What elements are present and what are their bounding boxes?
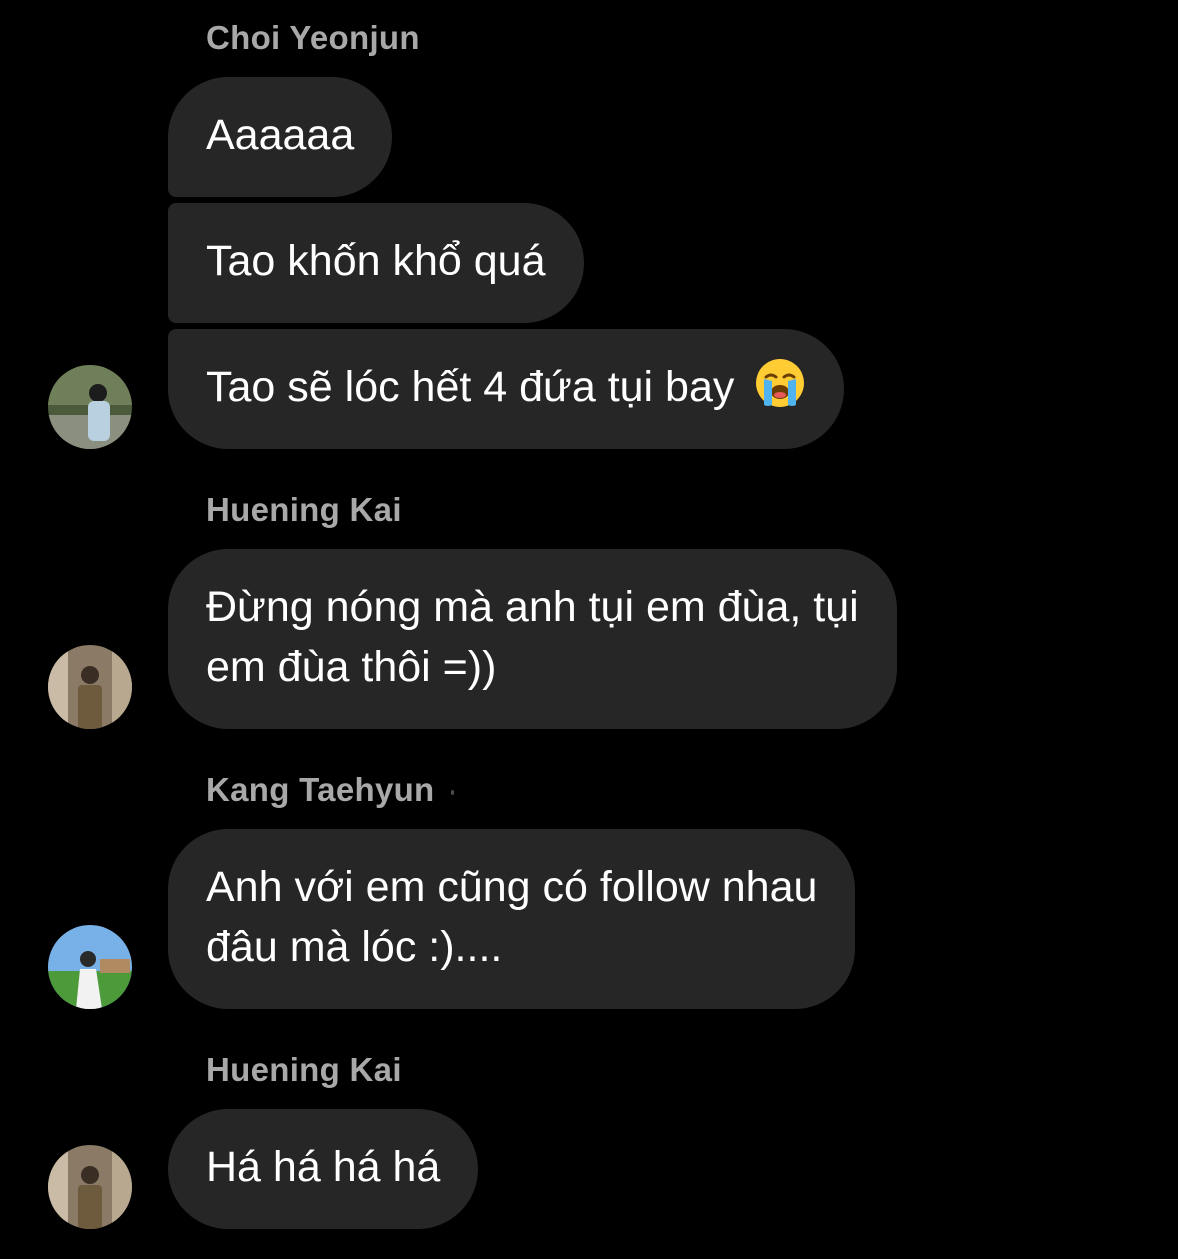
message-text-line: Anh với em cũng có follow nhau: [206, 863, 818, 911]
message-bubble[interactable]: Há há há há: [168, 1109, 479, 1229]
sender-name-text: Kang Taehyun: [206, 771, 435, 808]
active-dot-icon: [450, 789, 454, 795]
loudly-crying-face-icon: [754, 357, 806, 409]
avatar[interactable]: [48, 1145, 132, 1229]
avatar[interactable]: [48, 925, 132, 1009]
avatar[interactable]: [48, 645, 132, 729]
message-bubble[interactable]: Aaaaaa: [168, 77, 393, 197]
sender-name: Huening Kai: [206, 490, 402, 530]
message-text: Aaaaaa: [206, 111, 355, 159]
message-text: Tao sẽ lóc hết 4 đứa tụi bay: [206, 363, 735, 411]
avatar[interactable]: [48, 365, 132, 449]
message-text-line: em đùa thôi =)): [206, 643, 497, 691]
message-bubble[interactable]: Tao sẽ lóc hết 4 đứa tụi bay: [168, 329, 845, 449]
message-text: Tao khốn khổ quá: [206, 237, 546, 285]
message-bubble[interactable]: Anh với em cũng có follow nhau đâu mà ló…: [168, 829, 856, 1009]
sender-name: Kang Taehyun: [206, 770, 454, 810]
message-text: Há há há há: [206, 1143, 441, 1191]
message-text-line: đâu mà lóc :)....: [206, 923, 503, 971]
sender-name-text: Huening Kai: [206, 1051, 402, 1088]
message-bubble[interactable]: Đừng nóng mà anh tụi em đùa, tụi em đùa …: [168, 549, 897, 729]
sender-name: Huening Kai: [206, 1050, 402, 1090]
sender-name: Choi Yeonjun: [206, 18, 420, 58]
message-text-line: Đừng nóng mà anh tụi em đùa, tụi: [206, 583, 859, 631]
sender-name-text: Choi Yeonjun: [206, 19, 420, 56]
sender-name-text: Huening Kai: [206, 491, 402, 528]
message-bubble[interactable]: Tao khốn khổ quá: [168, 203, 584, 323]
